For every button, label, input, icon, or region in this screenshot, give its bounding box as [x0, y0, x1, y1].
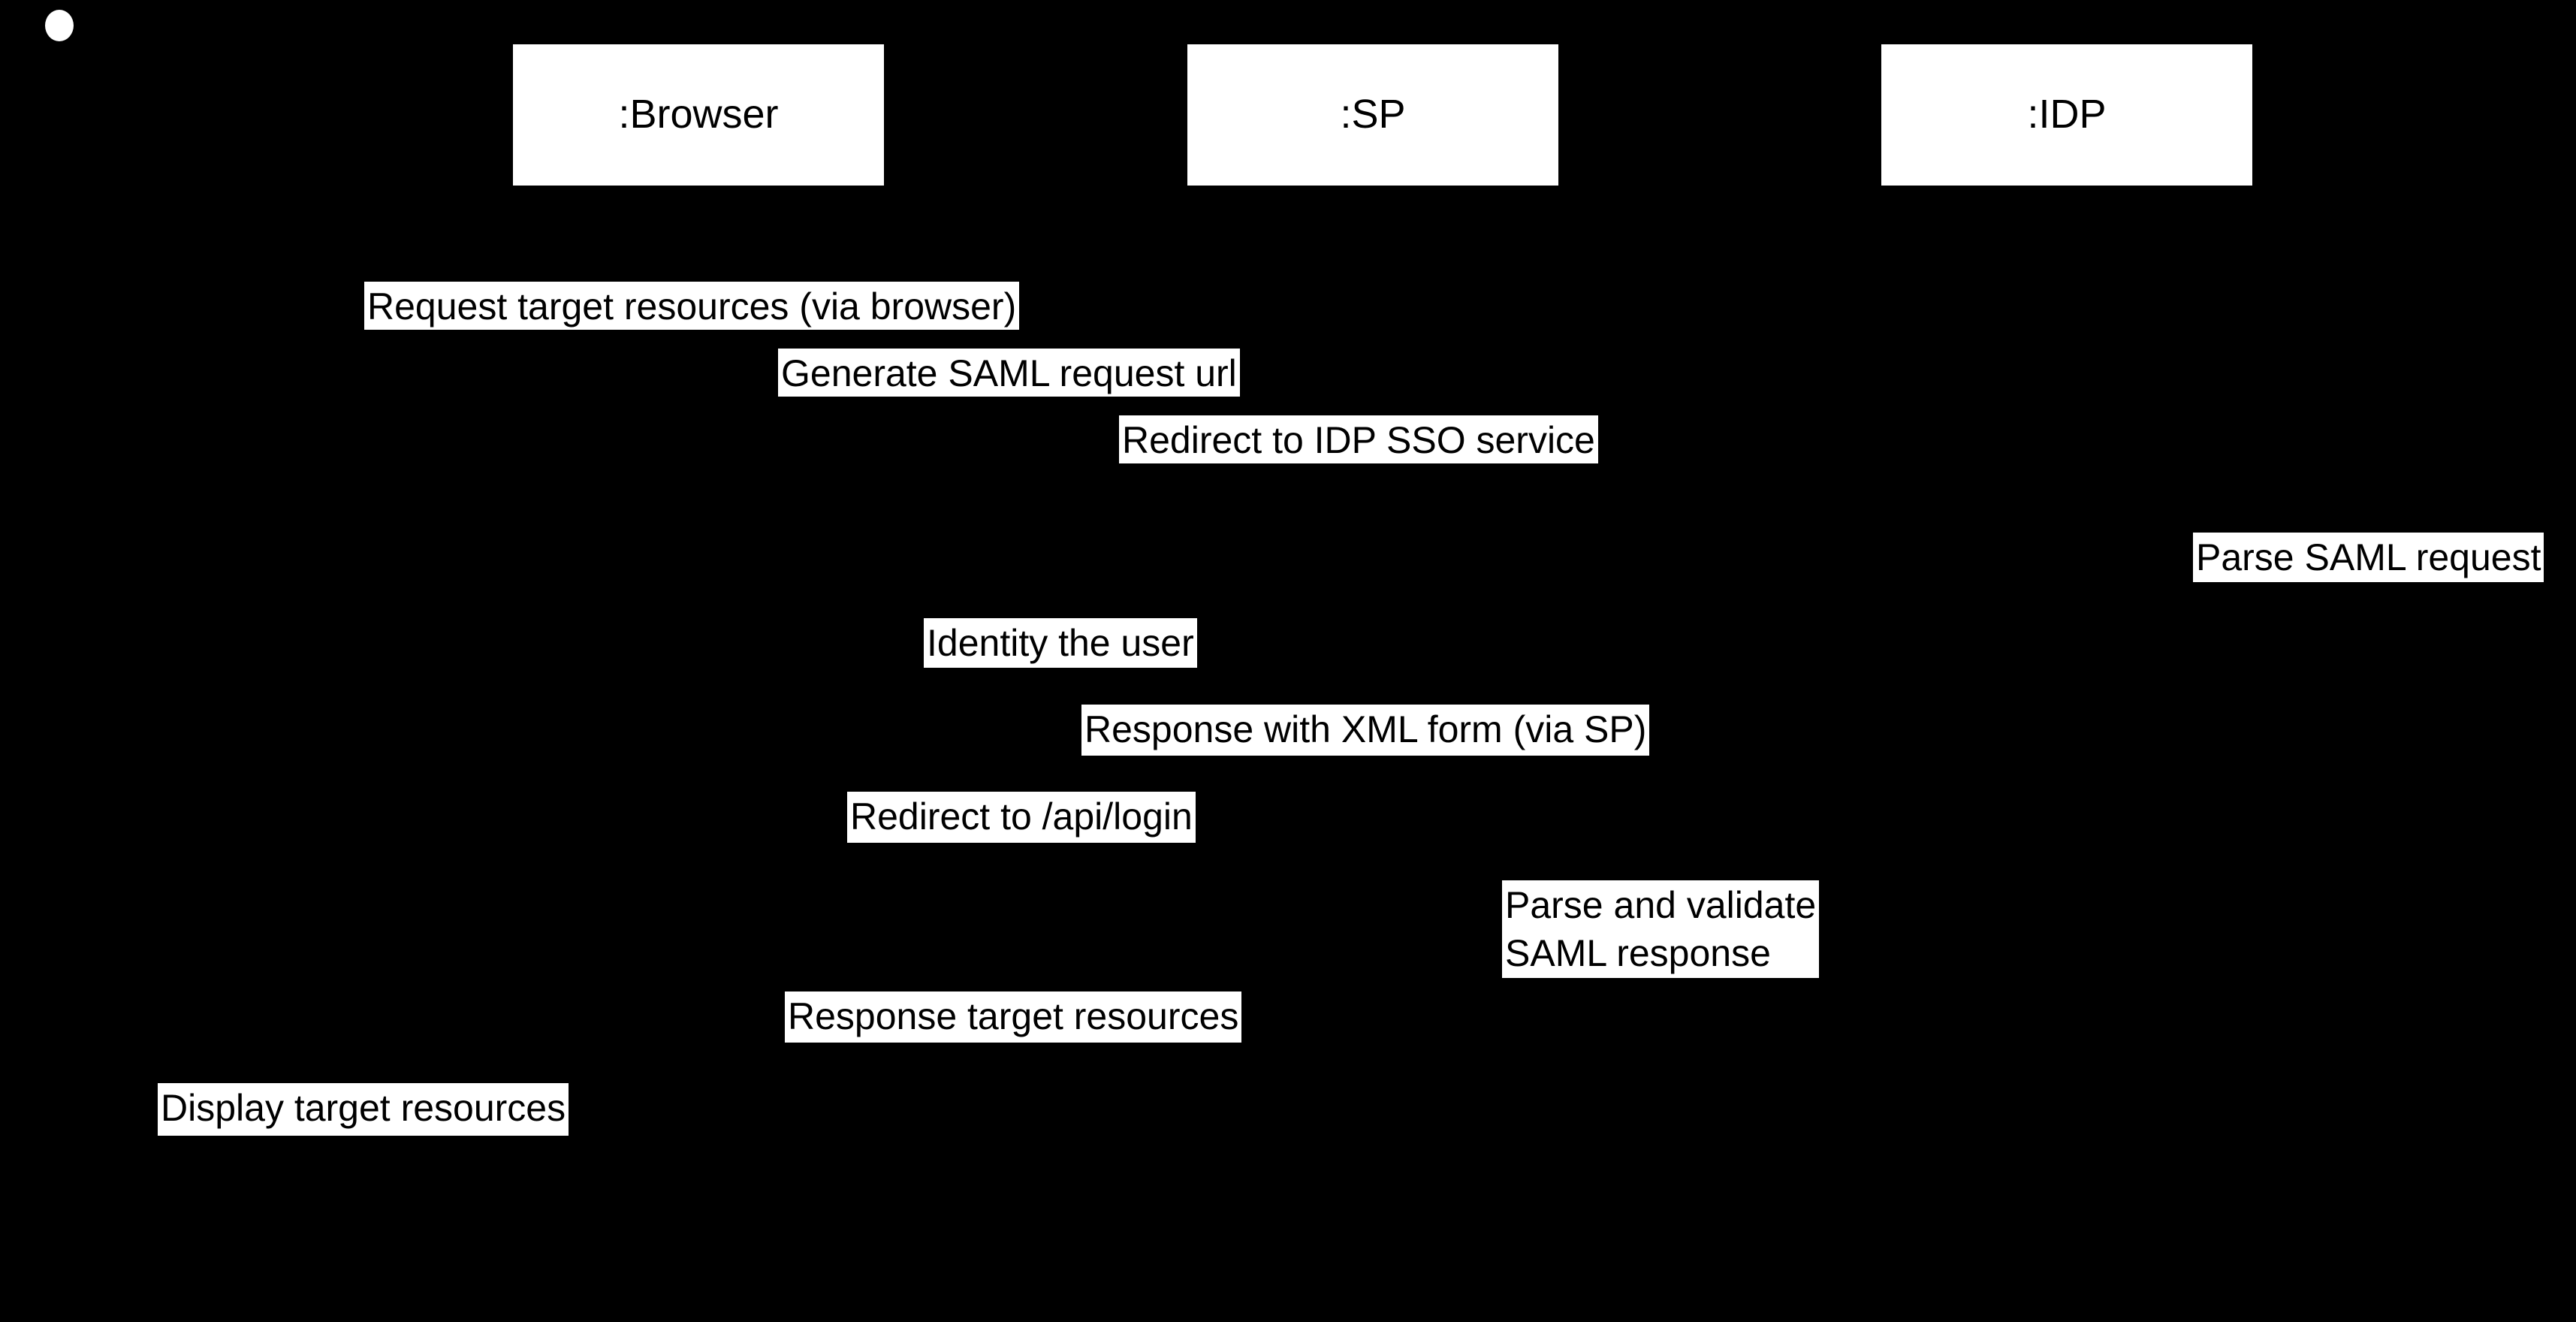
message-arrow-7 — [699, 847, 1356, 850]
message-label-7: Redirect to /api/login — [847, 792, 1196, 843]
message-arrowhead-4 — [2068, 581, 2084, 597]
message-selfcall-8-right — [1469, 886, 1471, 970]
participant-browser[interactable]: :Browser — [511, 42, 886, 188]
participant-browser-label: :Browser — [618, 92, 779, 137]
message-arrowhead-9 — [698, 1040, 714, 1056]
message-arrowhead-3 — [698, 461, 714, 478]
message-arrowhead-5 — [59, 664, 76, 681]
message-arrowhead-2 — [1356, 394, 1372, 411]
message-label-5: Identity the user — [924, 618, 1197, 668]
actor-leg-right-icon — [74, 95, 89, 127]
participant-sp[interactable]: :SP — [1185, 42, 1561, 188]
message-arrow-10 — [76, 1139, 698, 1141]
message-arrowhead-10 — [59, 1131, 76, 1148]
message-arrow-9 — [714, 1047, 1372, 1049]
message-selfcall-4-bottom — [2084, 588, 2165, 590]
message-arrow-2 — [699, 402, 1356, 404]
message-label-9: Response target resources — [785, 992, 1242, 1043]
participant-idp-label: :IDP — [2027, 92, 2107, 137]
lifeline-actor — [58, 129, 60, 1286]
message-selfcall-8-bottom — [1390, 968, 1471, 970]
actor-user[interactable] — [0, 0, 135, 1286]
participant-idp[interactable]: :IDP — [1879, 42, 2255, 188]
message-arrowhead-6 — [698, 752, 714, 768]
lifeline-idp — [2066, 188, 2068, 1286]
participant-sp-label: :SP — [1340, 92, 1406, 137]
message-arrow-3 — [714, 469, 1372, 471]
message-selfcall-8-top — [1374, 886, 1471, 889]
message-label-3: Redirect to IDP SSO service — [1119, 415, 1598, 463]
actor-arms-icon — [32, 59, 87, 61]
actor-head-icon — [43, 8, 76, 44]
message-label-6: Response with XML form (via SP) — [1081, 705, 1650, 756]
message-selfcall-4-right — [2163, 508, 2165, 590]
message-label-4: Parse SAML request — [2193, 533, 2544, 582]
message-arrow-5 — [76, 672, 2066, 674]
message-arrowhead-8 — [1374, 961, 1390, 977]
message-label-10: Display target resources — [158, 1083, 569, 1136]
message-arrow-1 — [59, 335, 681, 337]
message-label-8: Parse and validate SAML response — [1502, 880, 1820, 978]
message-label-1: Request target resources (via browser) — [364, 282, 1020, 330]
actor-body-icon — [58, 44, 60, 98]
sequence-diagram-canvas: :Browser :SP :IDP Request target resourc… — [0, 0, 2576, 1322]
actor-leg-left-icon — [29, 95, 44, 127]
lifeline-browser — [698, 188, 700, 1286]
message-label-2: Generate SAML request url — [778, 349, 1240, 397]
message-arrowhead-7 — [1356, 840, 1372, 856]
message-selfcall-4-top — [2068, 508, 2165, 510]
message-arrow-6 — [714, 759, 2066, 762]
